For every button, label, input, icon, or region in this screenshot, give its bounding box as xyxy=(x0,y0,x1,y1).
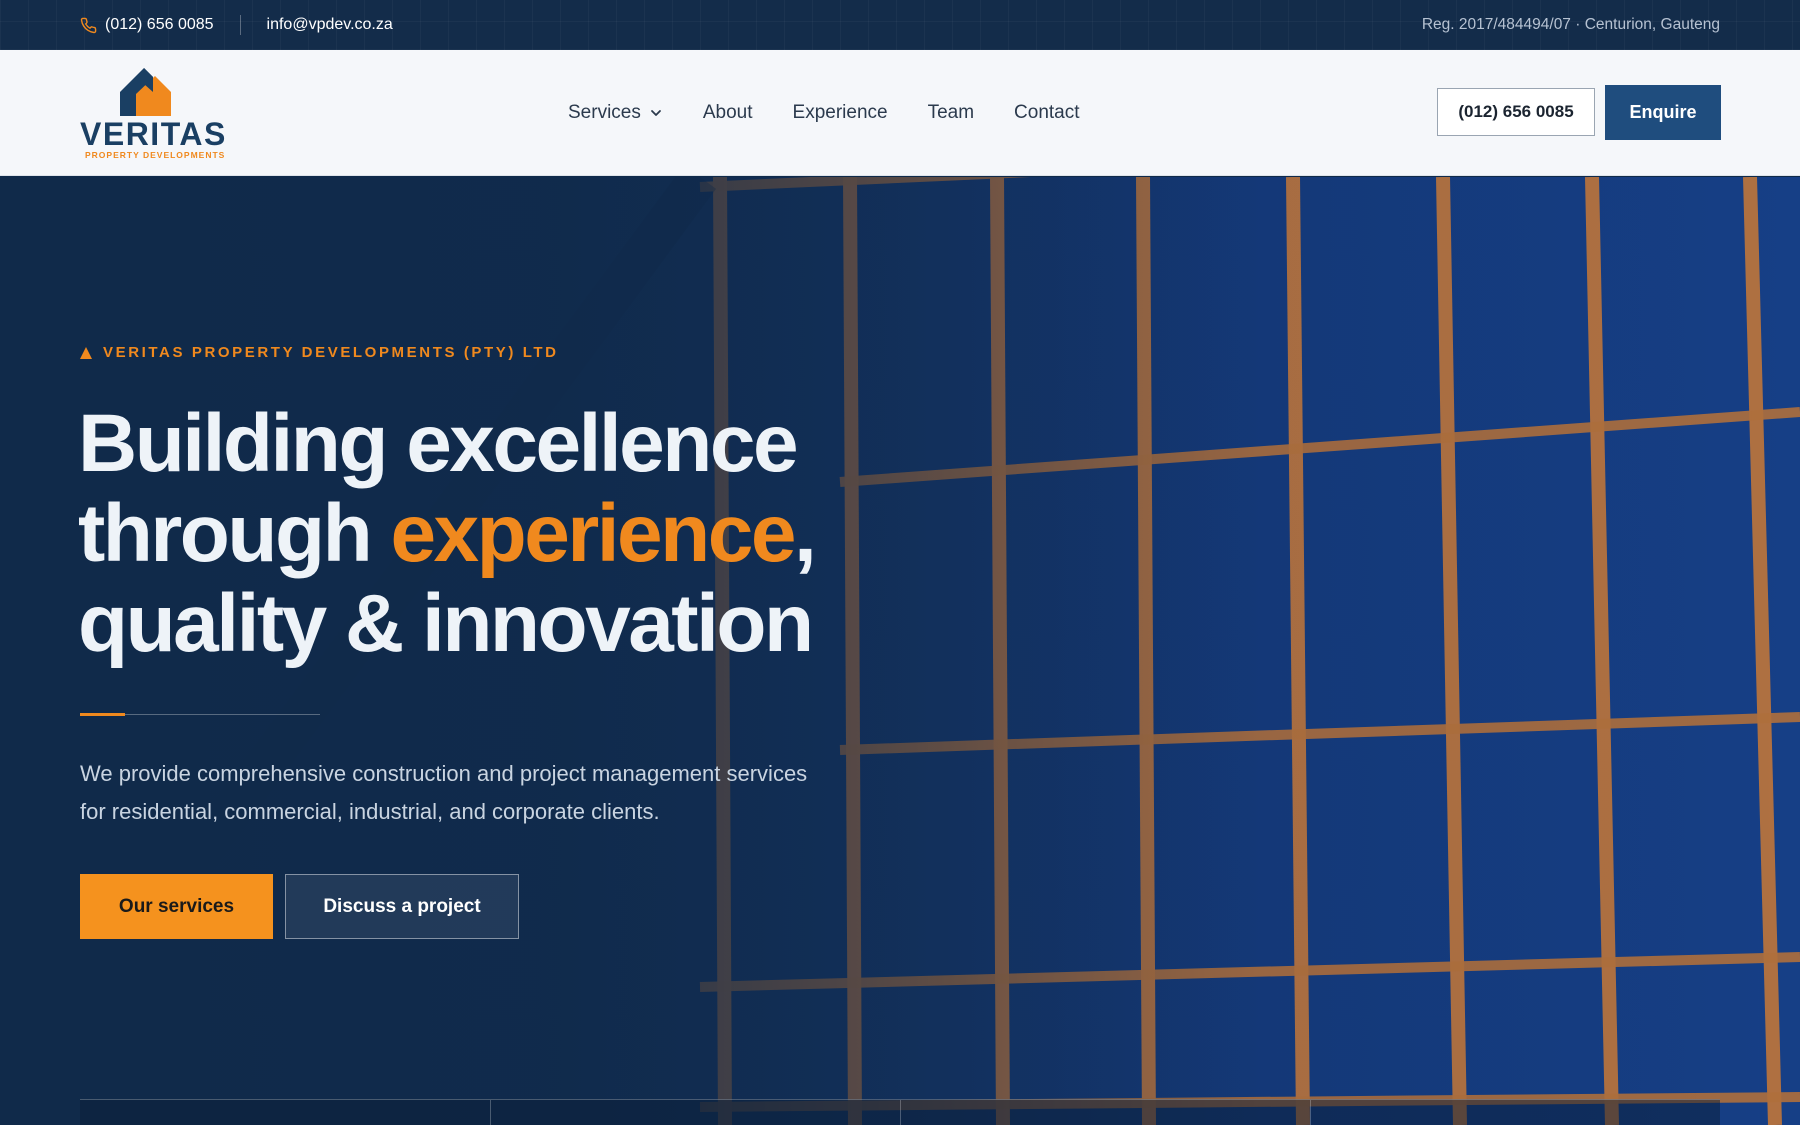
logo-wordmark: VERITAS xyxy=(80,116,227,152)
stats-strip xyxy=(80,1099,1720,1125)
nav-item-contact[interactable]: Contact xyxy=(1014,102,1079,124)
headline-line-1: Building excellence xyxy=(78,398,799,489)
our-services-button[interactable]: Our services xyxy=(80,874,273,939)
discuss-project-button[interactable]: Discuss a project xyxy=(285,874,519,939)
hero-eyebrow: VERITAS PROPERTY DEVELOPMENTS (PTY) LTD xyxy=(80,344,559,361)
top-bar-email-link[interactable]: info@vpdev.co.za xyxy=(267,16,393,34)
house-logo-icon xyxy=(120,68,171,116)
top-bar-divider xyxy=(239,15,241,35)
headline-line-2-post: , xyxy=(793,488,817,579)
hero-lead: We provide comprehensive construction an… xyxy=(80,761,808,824)
main-nav: Services About Experience Team Contact xyxy=(568,50,1080,176)
stats-divider xyxy=(490,1100,491,1125)
site-header: VERITAS PROPERTY DEVELOPMENTS Services A… xyxy=(0,50,1800,176)
top-bar-registration: Reg. 2017/484494/07 · Centurion, Gauteng xyxy=(1421,16,1720,33)
chevron-down-icon xyxy=(649,106,663,120)
headline-line-3: quality & innovation xyxy=(78,578,814,669)
logo-tagline: PROPERTY DEVELOPMENTS xyxy=(85,150,226,160)
top-bar-contacts: (012) 656 0085 info@vpdev.co.za xyxy=(80,0,393,50)
nav-item-team[interactable]: Team xyxy=(928,102,974,124)
hero-headline: Building excellence through experience, … xyxy=(78,398,817,669)
hero-divider-accent xyxy=(80,713,125,716)
hero-section: VERITAS PROPERTY DEVELOPMENTS (PTY) LTD … xyxy=(0,177,1800,1125)
phone-icon xyxy=(80,17,97,34)
headline-line-2-pre: through xyxy=(78,488,391,579)
triangle-icon xyxy=(80,346,92,359)
top-bar-phone-link[interactable]: (012) 656 0085 xyxy=(105,16,214,34)
nav-item-experience[interactable]: Experience xyxy=(793,102,888,124)
stats-divider xyxy=(900,1100,901,1125)
nav-item-about[interactable]: About xyxy=(703,102,753,124)
top-bar: (012) 656 0085 info@vpdev.co.za Reg. 201… xyxy=(0,0,1800,50)
enquire-button[interactable]: Enquire xyxy=(1605,85,1721,140)
headline-accent: experience xyxy=(390,488,796,579)
nav-item-services[interactable]: Services xyxy=(568,102,663,124)
logo[interactable]: VERITAS PROPERTY DEVELOPMENTS xyxy=(80,64,225,164)
hero-eyebrow-text: VERITAS PROPERTY DEVELOPMENTS (PTY) LTD xyxy=(103,344,559,361)
nav-item-services-label: Services xyxy=(568,102,641,123)
hero-divider xyxy=(80,713,320,716)
stats-divider xyxy=(1310,1100,1311,1125)
header-phone-button[interactable]: (012) 656 0085 xyxy=(1437,88,1595,136)
